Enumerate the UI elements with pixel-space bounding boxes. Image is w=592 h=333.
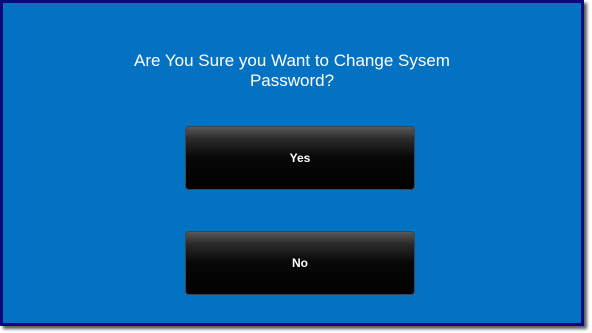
- no-button[interactable]: No: [185, 231, 415, 295]
- no-button-label: No: [292, 256, 308, 270]
- confirm-dialog: Are You Sure you Want to Change Sysem Pa…: [0, 0, 584, 326]
- prompt-line-1: Are You Sure you Want to Change Sysem: [134, 51, 450, 70]
- yes-button[interactable]: Yes: [185, 126, 415, 190]
- confirm-prompt: Are You Sure you Want to Change Sysem Pa…: [3, 51, 581, 91]
- prompt-line-2: Password?: [249, 71, 335, 90]
- yes-button-label: Yes: [289, 151, 311, 165]
